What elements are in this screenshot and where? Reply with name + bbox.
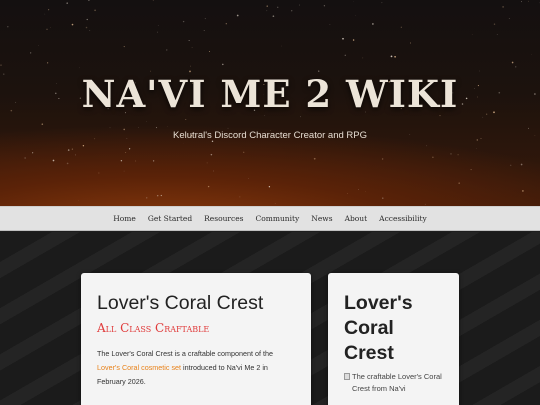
- article-category: All Class Craftable: [97, 321, 210, 335]
- infobox-title: Lover's Coral Crest: [344, 292, 413, 364]
- nav-about[interactable]: About: [345, 214, 368, 223]
- broken-image-icon: [344, 373, 350, 380]
- cosmetic-set-link[interactable]: Lover's Coral cosmetic set: [97, 363, 181, 372]
- nav-community[interactable]: Community: [256, 214, 300, 223]
- article-card: Lover's Coral Crest All Class Craftable …: [81, 273, 311, 405]
- nav-get-started[interactable]: Get Started: [148, 214, 192, 223]
- site-subtitle: Kelutral's Discord Character Creator and…: [173, 130, 367, 141]
- nav-accessibility[interactable]: Accessibility: [379, 214, 427, 223]
- article-title: Lover's Coral Crest: [97, 292, 264, 314]
- infobox-card: Lover's Coral Crest The craftable Lover'…: [328, 273, 459, 405]
- intro-text-start: The Lover's Coral Crest is a craftable c…: [97, 349, 273, 358]
- main-nav: Home Get Started Resources Community New…: [0, 206, 540, 231]
- hero-banner: NA'VI ME 2 WIKI Kelutral's Discord Chara…: [0, 0, 540, 206]
- infobox-image-alt: The craftable Lover's Coral Crest from N…: [352, 372, 442, 393]
- infobox-image: The craftable Lover's Coral Crest from N…: [344, 371, 443, 395]
- nav-home[interactable]: Home: [113, 214, 136, 223]
- article-intro: The Lover's Coral Crest is a craftable c…: [97, 347, 295, 389]
- site-title[interactable]: NA'VI ME 2 WIKI: [0, 72, 540, 116]
- nav-resources[interactable]: Resources: [204, 214, 243, 223]
- nav-news[interactable]: News: [311, 214, 332, 223]
